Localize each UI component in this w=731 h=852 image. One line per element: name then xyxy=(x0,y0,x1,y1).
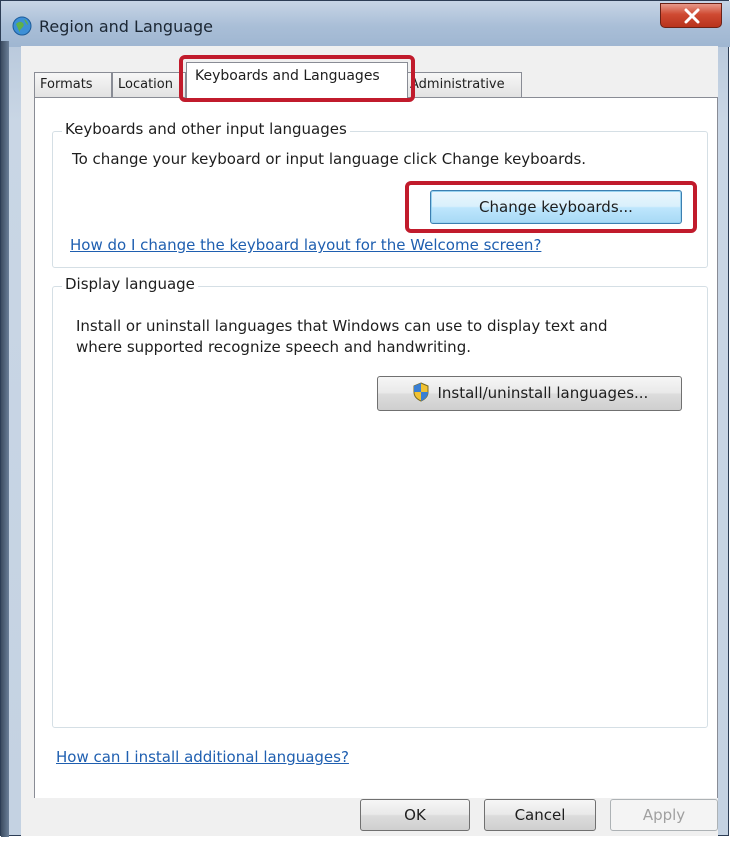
cancel-button[interactable]: Cancel xyxy=(484,799,596,831)
window-title: Region and Language xyxy=(39,17,214,36)
display-language-description-line1: Install or uninstall languages that Wind… xyxy=(76,317,608,335)
ok-label: OK xyxy=(404,806,426,824)
keyboards-description: To change your keyboard or input languag… xyxy=(72,150,587,168)
window-frame-left xyxy=(1,41,9,837)
apply-button[interactable]: Apply xyxy=(610,799,718,831)
install-uninstall-languages-button[interactable]: Install/uninstall languages... xyxy=(377,376,682,411)
close-icon xyxy=(684,8,700,24)
tab-keyboards-label: Keyboards and Languages xyxy=(195,68,380,84)
tab-keyboards-and-languages[interactable]: Keyboards and Languages xyxy=(186,62,408,98)
tab-formats-label: Formats xyxy=(40,77,93,92)
ok-button[interactable]: OK xyxy=(360,799,470,831)
install-uninstall-label: Install/uninstall languages... xyxy=(437,384,649,402)
install-additional-languages-link[interactable]: How can I install additional languages? xyxy=(56,748,349,766)
tab-location[interactable]: Location xyxy=(112,72,186,98)
display-language-group-title: Display language xyxy=(62,275,198,293)
close-button[interactable] xyxy=(660,3,722,28)
cancel-label: Cancel xyxy=(514,806,566,824)
apply-label: Apply xyxy=(642,806,686,824)
tab-formats[interactable]: Formats xyxy=(34,72,112,98)
title-bar[interactable]: Region and Language xyxy=(1,1,730,47)
region-language-icon xyxy=(12,16,32,36)
tab-location-label: Location xyxy=(118,77,173,92)
tab-administrative-label: Administrative xyxy=(410,77,505,92)
tab-administrative[interactable]: Administrative xyxy=(404,72,522,98)
change-keyboards-label: Change keyboards... xyxy=(479,198,633,216)
keyboards-group-title: Keyboards and other input languages xyxy=(62,120,350,138)
uac-shield-icon xyxy=(413,382,429,402)
display-language-description-line2: where supported recognize speech and han… xyxy=(76,338,471,356)
welcome-screen-layout-link[interactable]: How do I change the keyboard layout for … xyxy=(70,236,541,254)
change-keyboards-button[interactable]: Change keyboards... xyxy=(430,190,682,224)
